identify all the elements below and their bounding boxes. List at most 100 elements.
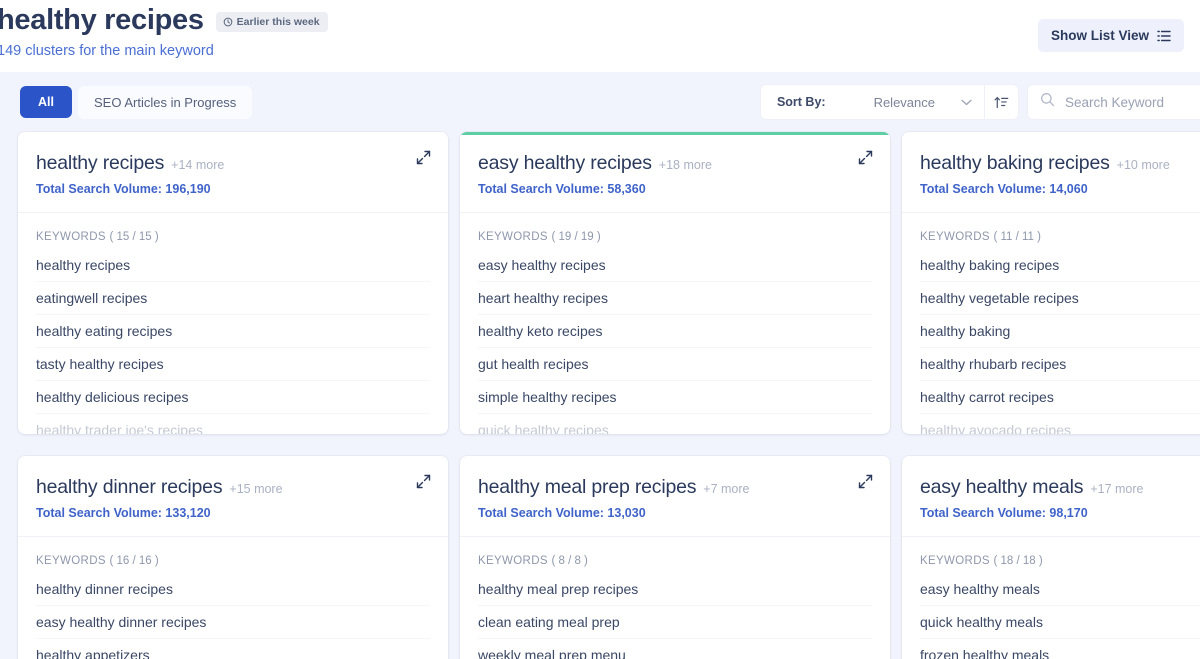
- cluster-card[interactable]: easy healthy meals +17 more Total Search…: [902, 456, 1200, 659]
- cluster-card-header: healthy recipes +14 more Total Search Vo…: [18, 132, 448, 213]
- keywords-section-label: KEYWORDS ( 8 / 8 ): [478, 555, 872, 567]
- keyword-row[interactable]: healthy delicious recipes: [36, 381, 430, 414]
- keyword-row[interactable]: heart healthy recipes: [478, 282, 872, 315]
- cluster-card-total-search-volume: Total Search Volume: 133,120: [36, 506, 426, 520]
- keyword-row[interactable]: healthy keto recipes: [478, 315, 872, 348]
- cluster-card-body: KEYWORDS ( 18 / 18 ) easy healthy mealsq…: [902, 537, 1200, 659]
- keyword-row[interactable]: tasty healthy recipes: [36, 348, 430, 381]
- tab-all[interactable]: All: [20, 86, 72, 118]
- cluster-card-more-count[interactable]: +14 more: [171, 158, 224, 172]
- page-subtitle: 149 clusters for the main keyword: [0, 43, 328, 59]
- keywords-section-label: KEYWORDS ( 19 / 19 ): [478, 231, 872, 243]
- keywords-label-text: KEYWORDS: [36, 555, 106, 567]
- keywords-section-label: KEYWORDS ( 16 / 16 ): [36, 555, 430, 567]
- cluster-card-title-row: healthy baking recipes +10 more: [920, 151, 1200, 175]
- cluster-card-more-count[interactable]: +17 more: [1090, 482, 1143, 496]
- keywords-label-text: KEYWORDS: [920, 555, 990, 567]
- keyword-row[interactable]: healthy meal prep recipes: [478, 573, 872, 606]
- search-input[interactable]: [1065, 95, 1200, 110]
- expand-icon: [858, 474, 873, 492]
- cluster-card-header: healthy baking recipes +10 more Total Se…: [902, 132, 1200, 213]
- header-left: healthy recipes Earlier this week 149 cl…: [0, 2, 328, 59]
- cluster-card[interactable]: healthy dinner recipes +15 more Total Se…: [18, 456, 448, 659]
- keyword-row[interactable]: clean eating meal prep: [478, 606, 872, 639]
- cluster-card-title: healthy dinner recipes: [36, 475, 222, 499]
- status-badge: Earlier this week: [216, 12, 328, 32]
- cluster-card-total-search-volume: Total Search Volume: 14,060: [920, 182, 1200, 196]
- keyword-row[interactable]: healthy carrot recipes: [920, 381, 1200, 414]
- keyword-row[interactable]: healthy vegetable recipes: [920, 282, 1200, 315]
- sort-control: Sort By: Relevance: [761, 85, 1018, 119]
- cluster-card[interactable]: healthy meal prep recipes +7 more Total …: [460, 456, 890, 659]
- keywords-section-label: KEYWORDS ( 18 / 18 ): [920, 555, 1200, 567]
- keyword-row[interactable]: healthy avocado recipes: [920, 414, 1200, 434]
- keyword-row[interactable]: quick healthy recipes: [478, 414, 872, 434]
- cluster-card[interactable]: healthy recipes +14 more Total Search Vo…: [18, 132, 448, 434]
- cluster-card-body: KEYWORDS ( 19 / 19 ) easy healthy recipe…: [460, 213, 890, 434]
- keywords-count: ( 16 / 16 ): [109, 555, 158, 567]
- keyword-row[interactable]: weekly meal prep menu: [478, 639, 872, 659]
- search-box[interactable]: [1028, 85, 1200, 119]
- keyword-row[interactable]: frozen healthy meals: [920, 639, 1200, 659]
- keyword-row[interactable]: eatingwell recipes: [36, 282, 430, 315]
- cluster-card-title: healthy recipes: [36, 151, 164, 175]
- expand-card-button[interactable]: [412, 148, 434, 170]
- keyword-row[interactable]: healthy recipes: [36, 249, 430, 282]
- keywords-count: ( 18 / 18 ): [993, 555, 1042, 567]
- status-badge-label: Earlier this week: [237, 16, 320, 28]
- expand-icon: [416, 474, 431, 492]
- keywords-label-text: KEYWORDS: [478, 555, 548, 567]
- cluster-card-title-row: easy healthy meals +17 more: [920, 475, 1200, 499]
- cluster-card-header: healthy dinner recipes +15 more Total Se…: [18, 456, 448, 537]
- cluster-card-total-search-volume: Total Search Volume: 98,170: [920, 506, 1200, 520]
- cluster-card-total-search-volume: Total Search Volume: 58,360: [478, 182, 868, 196]
- chevron-down-icon: [961, 99, 972, 106]
- toolbar: All SEO Articles in Progress Sort By: Re…: [0, 72, 1200, 132]
- keyword-row[interactable]: healthy trader joe's recipes: [36, 414, 430, 434]
- keywords-count: ( 15 / 15 ): [109, 231, 158, 243]
- keyword-row[interactable]: gut health recipes: [478, 348, 872, 381]
- expand-card-button[interactable]: [854, 148, 876, 170]
- cluster-card-title-row: healthy meal prep recipes +7 more: [478, 475, 868, 499]
- keywords-section-label: KEYWORDS ( 11 / 11 ): [920, 231, 1200, 243]
- cluster-card-more-count[interactable]: +7 more: [703, 482, 749, 496]
- sort-by-select[interactable]: Relevance: [840, 85, 984, 119]
- expand-icon: [858, 150, 873, 168]
- keyword-row[interactable]: simple healthy recipes: [478, 381, 872, 414]
- expand-card-button[interactable]: [854, 472, 876, 494]
- page-header: healthy recipes Earlier this week 149 cl…: [0, 0, 1200, 72]
- sort-by-label: Sort By:: [761, 85, 840, 119]
- sort-direction-button[interactable]: [984, 85, 1018, 119]
- keyword-row[interactable]: healthy baking: [920, 315, 1200, 348]
- keyword-row[interactable]: healthy eating recipes: [36, 315, 430, 348]
- cluster-card-body: KEYWORDS ( 15 / 15 ) healthy recipeseati…: [18, 213, 448, 434]
- keyword-row[interactable]: healthy baking recipes: [920, 249, 1200, 282]
- cluster-card[interactable]: healthy baking recipes +10 more Total Se…: [902, 132, 1200, 434]
- cluster-card-more-count[interactable]: +15 more: [229, 482, 282, 496]
- show-list-view-button[interactable]: Show List View: [1038, 19, 1184, 52]
- keyword-row[interactable]: easy healthy recipes: [478, 249, 872, 282]
- cluster-card-title: healthy meal prep recipes: [478, 475, 696, 499]
- expand-icon: [416, 150, 431, 168]
- keyword-row[interactable]: healthy rhubarb recipes: [920, 348, 1200, 381]
- cluster-card-more-count[interactable]: +10 more: [1117, 158, 1170, 172]
- keyword-row[interactable]: healthy appetizers: [36, 639, 430, 659]
- tab-seo-articles-in-progress[interactable]: SEO Articles in Progress: [78, 86, 252, 119]
- cluster-card-title: easy healthy meals: [920, 475, 1083, 499]
- clock-icon: [223, 17, 233, 27]
- keyword-row[interactable]: quick healthy meals: [920, 606, 1200, 639]
- keywords-label-text: KEYWORDS: [478, 231, 548, 243]
- cluster-card-body: KEYWORDS ( 16 / 16 ) healthy dinner reci…: [18, 537, 448, 659]
- cluster-card[interactable]: easy healthy recipes +18 more Total Sear…: [460, 132, 890, 434]
- cluster-card-body: KEYWORDS ( 11 / 11 ) healthy baking reci…: [902, 213, 1200, 434]
- keyword-row[interactable]: easy healthy dinner recipes: [36, 606, 430, 639]
- search-icon: [1040, 92, 1055, 112]
- cluster-card-title: easy healthy recipes: [478, 151, 652, 175]
- cluster-card-header: healthy meal prep recipes +7 more Total …: [460, 456, 890, 537]
- cluster-card-more-count[interactable]: +18 more: [659, 158, 712, 172]
- keyword-row[interactable]: easy healthy meals: [920, 573, 1200, 606]
- sort-by-value: Relevance: [874, 95, 935, 110]
- tab-bar: All SEO Articles in Progress: [20, 86, 252, 119]
- expand-card-button[interactable]: [412, 472, 434, 494]
- keyword-row[interactable]: healthy dinner recipes: [36, 573, 430, 606]
